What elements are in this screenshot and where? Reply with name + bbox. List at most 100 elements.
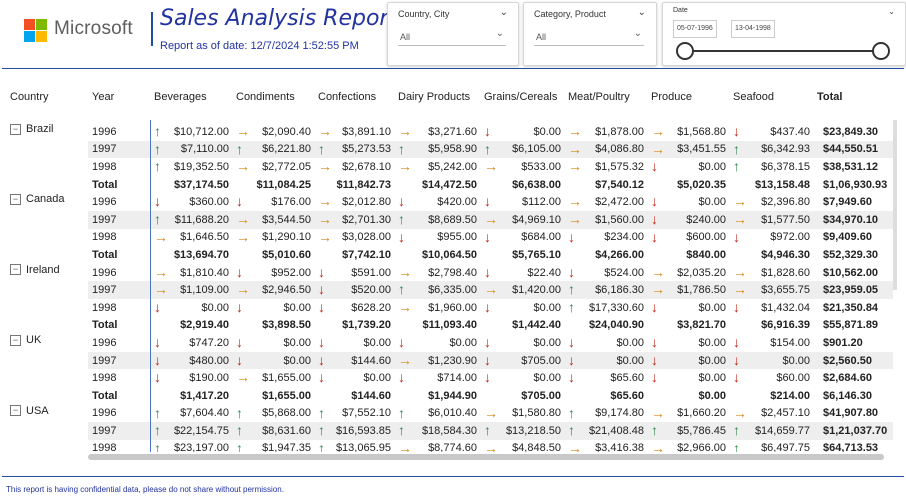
cell-value: $2,798.40 xyxy=(428,266,477,279)
value-cell: ↓ $176.00 xyxy=(232,193,314,211)
cell-value: $112.00 xyxy=(522,196,561,209)
arrow-down-icon: ↓ xyxy=(236,298,243,315)
range-start-handle[interactable] xyxy=(676,42,694,60)
column-header[interactable]: Condiments xyxy=(232,71,314,123)
value-cell: → $1,655.00 xyxy=(232,369,314,387)
cell-value: $0.00 xyxy=(533,125,561,138)
matrix-table: Country Year Beverages Condiments Confection… xyxy=(0,71,893,452)
collapse-icon[interactable]: − xyxy=(10,193,21,205)
column-header[interactable]: Year xyxy=(88,71,150,123)
table-row: − USA 1996 ↑ $7,604.40 ↑ $5,868.00 ↑ $7,552.10 ↑ $… xyxy=(0,405,893,423)
horizontal-scrollbar[interactable] xyxy=(88,454,884,460)
value-cell: ↓ $952.00 xyxy=(232,264,314,282)
arrow-down-icon: ↓ xyxy=(484,123,491,139)
cell-value: $1,290.10 xyxy=(262,231,311,244)
value-cell: $3,898.50 xyxy=(232,317,314,335)
start-date-input[interactable]: 05-07-1996 xyxy=(673,20,717,38)
page-title: Sales Analysis Report xyxy=(160,6,398,31)
year-cell: 1997 xyxy=(88,140,150,159)
row-total-cell: $23,959.05 xyxy=(813,281,893,299)
arrow-right-icon: → xyxy=(568,140,582,157)
value-cell: ↑ $8,631.60 xyxy=(232,422,314,440)
cell-value: $0.00 xyxy=(283,354,311,367)
value-cell: $5,765.10 xyxy=(480,246,564,264)
chevron-down-icon[interactable]: ⌄ xyxy=(638,7,646,18)
cell-value: $1,560.00 xyxy=(595,213,644,226)
chevron-down-icon[interactable]: ⌄ xyxy=(500,7,508,18)
value-cell: ↑ $13,065.95 xyxy=(314,440,394,452)
value-cell: ↑ $13,218.50 xyxy=(480,422,564,440)
cell-value: $13,694.70 xyxy=(173,248,229,261)
confidential-note: This report is having confidential data,… xyxy=(6,485,284,494)
cell-value: $0.00 xyxy=(533,372,561,385)
value-cell: → $2,772.05 xyxy=(232,158,314,176)
cell-value: $4,086.80 xyxy=(595,143,644,156)
cell-value: $4,266.00 xyxy=(595,248,644,261)
value-cell: ↑ $6,378.15 xyxy=(729,158,813,176)
arrow-right-icon: → xyxy=(651,439,665,452)
column-header[interactable]: Confections xyxy=(314,71,394,123)
row-total-cell: $10,562.00 xyxy=(823,266,879,279)
value-cell: → $1,420.00 xyxy=(480,281,564,299)
range-end-handle[interactable] xyxy=(872,42,890,60)
chevron-down-icon[interactable]: ⌄ xyxy=(888,7,895,16)
cell-value: $5,868.00 xyxy=(262,407,311,420)
collapse-icon[interactable]: − xyxy=(10,405,21,417)
column-header[interactable]: Seafood xyxy=(729,71,813,123)
cell-value: $8,774.60 xyxy=(428,442,477,452)
cell-value: $65.60 xyxy=(610,372,644,385)
arrow-right-icon: → xyxy=(154,228,168,245)
cell-value: $1,568.80 xyxy=(677,125,726,138)
arrow-right-icon: → xyxy=(236,228,250,245)
row-total-cell: $2,560.50 xyxy=(813,351,893,370)
column-header[interactable]: Beverages xyxy=(150,71,232,123)
arrow-down-icon: ↓ xyxy=(484,351,491,368)
country-city-dropdown[interactable]: All ⌄ xyxy=(398,25,506,46)
column-header[interactable]: Produce xyxy=(647,71,729,123)
cell-value: $952.00 xyxy=(271,266,311,279)
arrow-down-icon: ↓ xyxy=(651,334,658,351)
value-cell: ↓ $0.00 xyxy=(394,334,480,352)
country-cell: − Canada xyxy=(0,193,88,211)
cell-value: $0.00 xyxy=(698,160,726,173)
category-product-dropdown[interactable]: All ⌄ xyxy=(534,25,644,46)
collapse-icon[interactable]: − xyxy=(10,334,21,346)
cell-value: $1,786.50 xyxy=(677,284,726,297)
value-cell: ↑ $9,174.80 xyxy=(564,405,647,423)
value-cell: → $1,575.32 xyxy=(564,158,647,176)
table-row: 1997 ↑ $22,154.75 ↑ $8,631.60 ↑ $16,593.85 ↑ $18… xyxy=(0,422,893,440)
row-total-cell: $6,146.30 xyxy=(823,389,872,402)
column-header[interactable]: Country xyxy=(0,71,88,123)
collapse-icon[interactable]: − xyxy=(10,123,21,135)
arrow-up-icon: ↑ xyxy=(318,404,325,421)
arrow-right-icon: → xyxy=(568,193,582,210)
cell-value: $22.40 xyxy=(527,266,561,279)
value-cell: ↓ $60.00 xyxy=(729,369,813,387)
category-product-slicer[interactable]: Category, Product ⌄ All ⌄ xyxy=(523,2,657,66)
column-header[interactable]: Total xyxy=(813,71,893,123)
arrow-right-icon: → xyxy=(398,298,412,315)
arrow-up-icon: ↑ xyxy=(733,439,740,452)
value-cell: ↓ $1,432.04 xyxy=(729,299,813,317)
value-cell: → $5,242.00 xyxy=(394,158,480,176)
vertical-scrollbar[interactable] xyxy=(893,120,897,290)
arrow-right-icon: → xyxy=(568,123,582,139)
value-cell: $840.00 xyxy=(647,246,729,264)
value-cell: → $2,678.10 xyxy=(314,158,394,176)
arrow-down-icon: ↓ xyxy=(484,263,491,280)
arrow-down-icon: ↓ xyxy=(236,351,243,368)
column-header[interactable]: Dairy Products xyxy=(394,71,480,123)
value-cell: ↑ $6,010.40 xyxy=(394,405,480,423)
country-city-slicer[interactable]: Country, City ⌄ All ⌄ xyxy=(387,2,519,66)
collapse-icon[interactable]: − xyxy=(10,264,21,276)
end-date-input[interactable]: 13-04-1998 xyxy=(731,20,775,38)
value-cell: → $3,544.50 xyxy=(232,210,314,229)
value-cell: $5,020.35 xyxy=(647,176,729,194)
value-cell: → $2,966.00 xyxy=(647,440,729,452)
value-cell: ↓ $437.40 xyxy=(729,123,813,141)
country-label: UK xyxy=(26,334,42,347)
cell-value: $37,174.50 xyxy=(173,178,229,191)
column-header[interactable]: Meat/Poultry xyxy=(564,71,647,123)
cell-value: $5,020.35 xyxy=(677,178,726,191)
column-header[interactable]: Grains/Cereals xyxy=(480,71,564,123)
